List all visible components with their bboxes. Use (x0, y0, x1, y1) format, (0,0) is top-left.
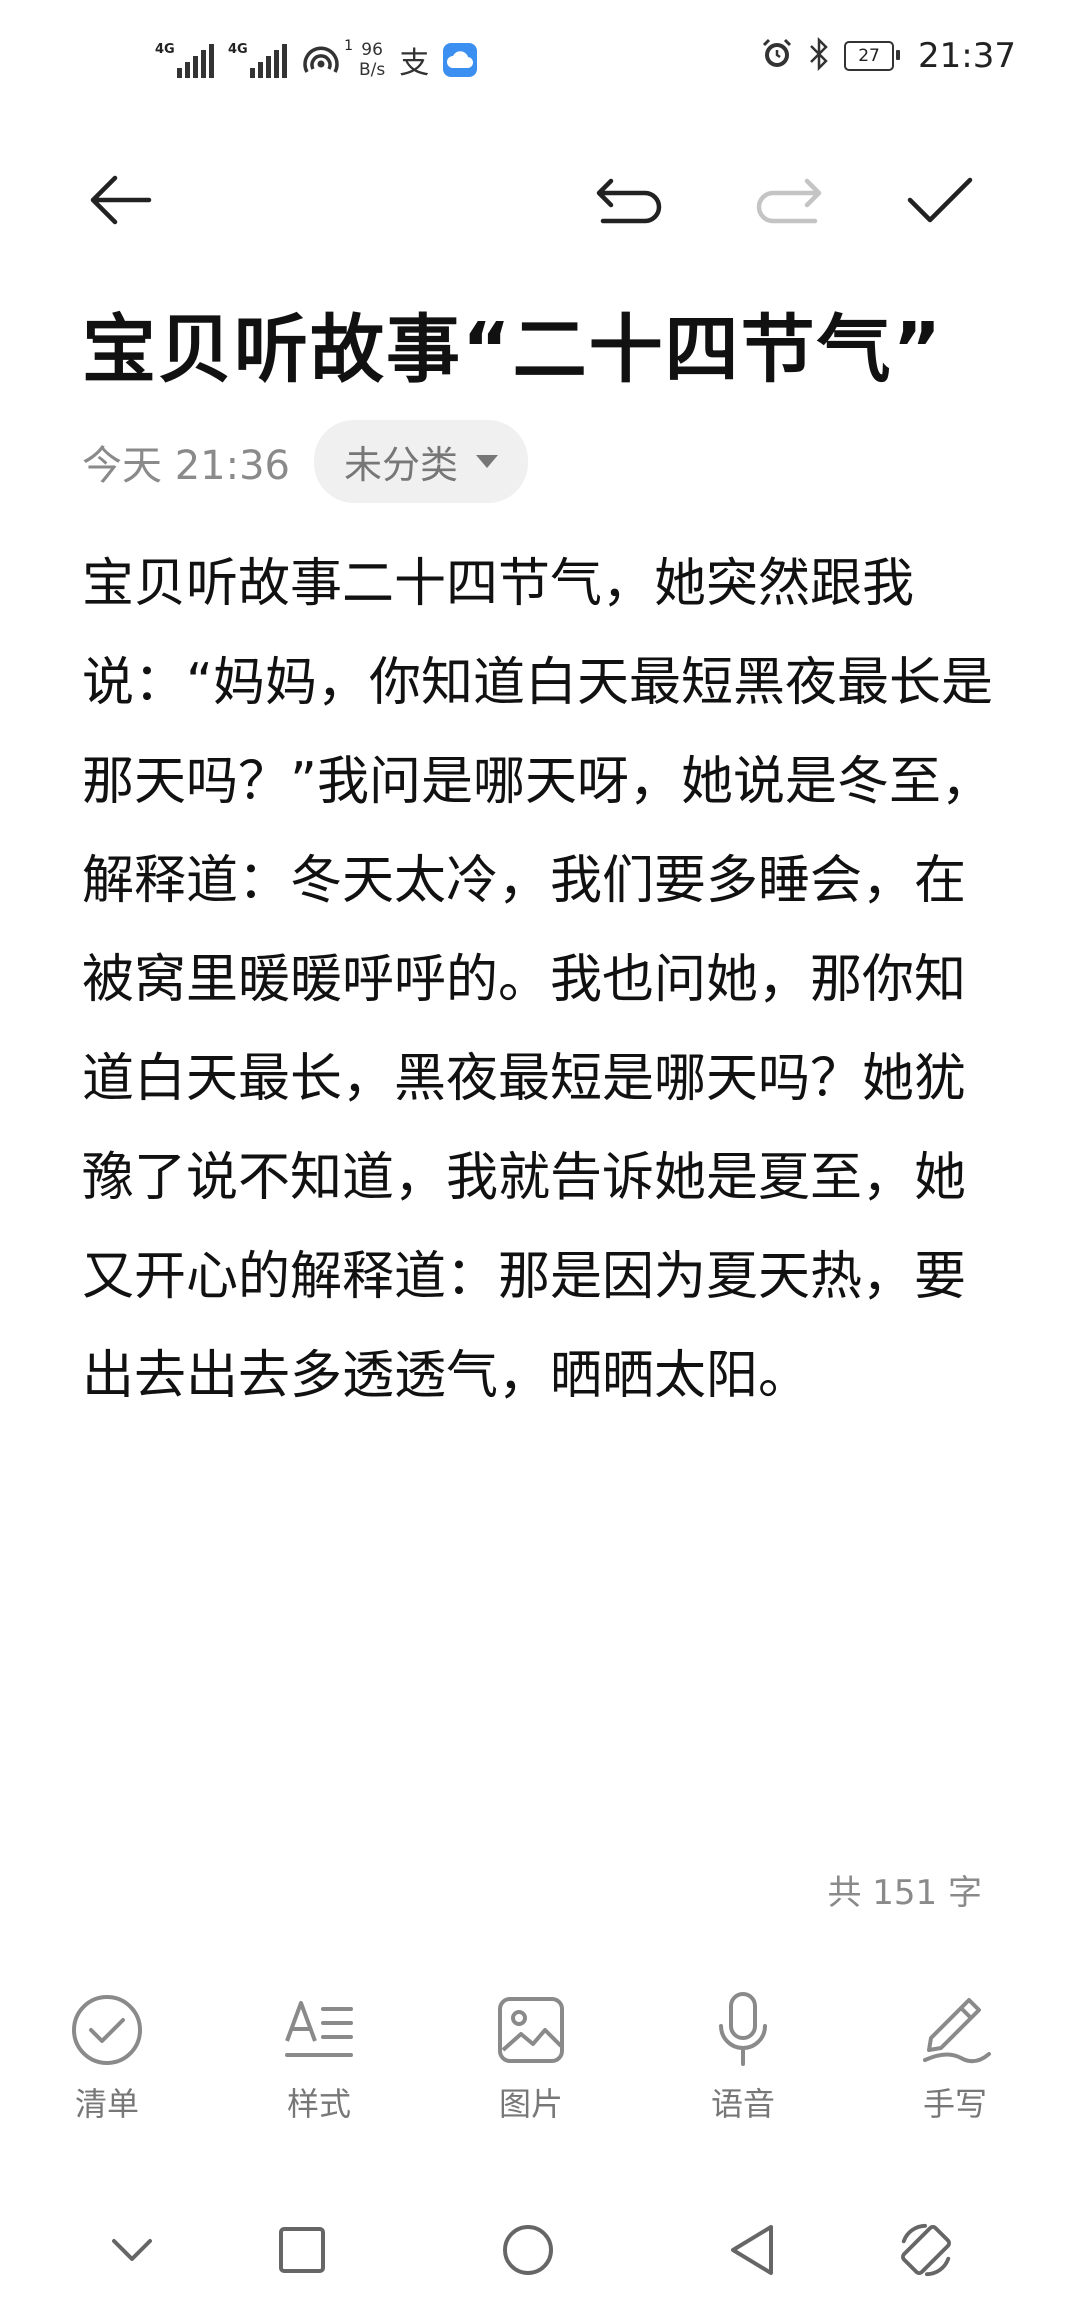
word-count: 共 151 字 (827, 1873, 982, 1913)
undo-icon[interactable] (590, 160, 670, 240)
category-dropdown[interactable]: 未分类 (314, 420, 529, 503)
note-meta: 今天 21:36 未分类 (82, 420, 529, 503)
note-title[interactable]: 宝贝听故事“二十四节气” (82, 290, 943, 397)
network-speed: 96 B/s (359, 40, 386, 80)
alarm-icon (760, 37, 794, 75)
recents-icon[interactable] (272, 2220, 332, 2280)
rotate-icon[interactable] (896, 2220, 956, 2280)
signal-icon-1: 4G (155, 42, 214, 78)
pen-icon (880, 1985, 1030, 2075)
home-icon[interactable] (498, 2220, 558, 2280)
status-right: 27 21:37 (760, 36, 1016, 76)
battery-icon: 27 (844, 41, 901, 71)
note-body[interactable]: 宝贝听故事二十四节气，她突然跟我说：“妈妈，你知道白天最短黑夜最长是那天吗？”我… (82, 535, 1002, 1426)
handwriting-button[interactable]: 手写 (880, 1985, 1030, 2125)
status-bar: 4G 4G 1 96 B/s 支 27 21:37 (0, 0, 1080, 120)
microphone-icon (668, 1985, 818, 2075)
hotspot-icon: 1 (301, 38, 353, 78)
back-icon[interactable] (722, 2220, 782, 2280)
check-icon[interactable] (900, 160, 980, 240)
checklist-icon (32, 1985, 182, 2075)
checklist-button[interactable]: 清单 (32, 1985, 182, 2125)
clock: 21:37 (918, 36, 1016, 76)
category-label: 未分类 (344, 443, 459, 487)
status-left: 4G 4G 1 96 B/s 支 (155, 38, 478, 82)
style-button[interactable]: 样式 (244, 1985, 394, 2125)
signal-icon-2: 4G (228, 42, 287, 78)
image-button[interactable]: 图片 (456, 1985, 606, 2125)
alipay-icon: 支 (399, 46, 430, 81)
chevron-down-icon (476, 455, 499, 468)
note-date: 今天 21:36 (82, 442, 290, 489)
arrow-left-icon[interactable] (80, 160, 160, 240)
voice-button[interactable]: 语音 (668, 1985, 818, 2125)
editor-toolbar (0, 140, 1080, 250)
bluetooth-icon (808, 36, 830, 75)
cloud-app-icon (443, 43, 478, 77)
text-style-icon (244, 1985, 394, 2075)
image-icon (456, 1985, 606, 2075)
system-nav-bar (0, 2210, 1080, 2290)
bottom-toolbar: 清单 样式 图片 语音 手写 (0, 1985, 1080, 2135)
redo-icon[interactable] (748, 160, 828, 240)
collapse-icon[interactable] (102, 2220, 162, 2280)
